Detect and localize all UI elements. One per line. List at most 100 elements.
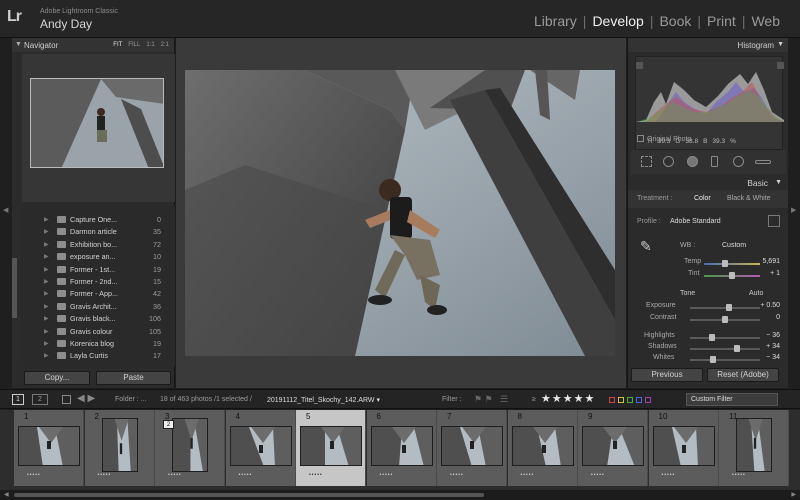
left-panel-toggle[interactable]: ◀ (0, 38, 12, 388)
rating-dots[interactable]: ••••• (168, 472, 182, 478)
folder-item[interactable]: ▶ Capture One... 0 (22, 214, 175, 226)
zoom-fit[interactable]: FIT (113, 42, 122, 48)
expand-triangle-icon[interactable]: ▶ (44, 290, 49, 297)
slider-thumb[interactable] (725, 304, 732, 311)
spot-removal-icon[interactable] (663, 156, 674, 167)
photo-thumbnail[interactable] (229, 426, 292, 466)
main-photo[interactable] (185, 70, 615, 356)
expand-triangle-icon[interactable]: ▶ (44, 340, 49, 347)
slider-thumb[interactable] (709, 334, 716, 341)
folder-item[interactable]: ▶ Former - 1st... 19 (22, 264, 175, 276)
module-print[interactable]: Print (701, 13, 742, 29)
reset-button[interactable]: Reset (Adobe) (707, 368, 779, 382)
red-label-icon[interactable] (609, 397, 615, 403)
tint-slider[interactable] (704, 272, 760, 279)
folder-item[interactable]: ▶ Darmon article 35 (22, 226, 175, 238)
custom-filter-select[interactable]: Custom Filter (686, 393, 778, 406)
photo-thumbnail[interactable] (652, 426, 715, 466)
expand-triangle-icon[interactable]: ▶ (44, 266, 49, 273)
right-panel-toggle[interactable]: ▶ (788, 38, 800, 388)
flag-filter-icon[interactable]: ⚑ ⚑ (474, 394, 493, 405)
photo-thumbnail[interactable] (300, 426, 362, 466)
back-forward-icon[interactable]: ◀ ▶ (77, 393, 95, 404)
folder-item[interactable]: ▶ Gravis black... 106 (22, 313, 175, 325)
shadows-value[interactable]: + 34 (766, 343, 780, 350)
photo-thumbnail[interactable] (511, 426, 574, 466)
module-library[interactable]: Library (528, 13, 583, 29)
folder-item[interactable]: ▶ Gravis colour 105 (22, 326, 175, 338)
contrast-value[interactable]: 0 (776, 314, 780, 321)
navigator-header[interactable]: ▼ Navigator FIT FILL 1:1 2:1 (12, 38, 174, 52)
previous-button[interactable]: Previous (631, 368, 703, 382)
wb-select[interactable]: Custom (722, 242, 746, 249)
paste-button[interactable]: Paste (96, 371, 171, 385)
checkbox-icon[interactable] (637, 135, 644, 142)
expand-triangle-icon[interactable]: ▶ (44, 228, 49, 235)
photo-thumbnail[interactable] (441, 426, 503, 466)
scroll-right-icon[interactable]: ▶ (791, 491, 796, 498)
tint-value[interactable]: + 1 (770, 270, 780, 277)
crop-tool-icon[interactable] (641, 156, 652, 167)
blue-label-icon[interactable] (636, 397, 642, 403)
navigator-thumbnail[interactable] (30, 78, 164, 168)
folder-item[interactable]: ▶ Former - 2nd... 15 (22, 276, 175, 288)
filmstrip-cell[interactable]: 2 ••••• (84, 410, 155, 486)
filmstrip-cell[interactable]: 3 2 ••••• (155, 410, 225, 486)
rating-dots[interactable]: ••••• (27, 472, 41, 478)
module-develop[interactable]: Develop (586, 13, 649, 29)
rating-dots[interactable]: ••••• (380, 472, 394, 478)
original-photo-toggle[interactable]: Original Photo (637, 135, 691, 143)
rating-dots[interactable]: ••••• (309, 472, 323, 478)
rating-dots[interactable]: ••••• (239, 472, 253, 478)
filmstrip-cell[interactable]: 9 ••••• (578, 410, 648, 486)
current-filename[interactable]: 20191112_Titel_Skochy_142.ARW ▾ (267, 396, 380, 404)
folder-item[interactable]: ▶ Gravis Archit... 36 (22, 301, 175, 313)
purple-label-icon[interactable] (645, 397, 651, 403)
whites-slider[interactable] (690, 356, 760, 363)
expand-triangle-icon[interactable]: ▶ (44, 303, 49, 310)
auto-tone-button[interactable]: Auto (749, 290, 763, 297)
expand-triangle-icon[interactable]: ▶ (44, 216, 49, 223)
rating-dots[interactable]: ••••• (450, 472, 464, 478)
rating-dots[interactable]: ••••• (591, 472, 605, 478)
slider-thumb[interactable] (722, 316, 728, 323)
histogram-header[interactable]: Histogram ▼ (628, 38, 788, 52)
rating-operator[interactable]: ≥ (532, 396, 536, 403)
photo-thumbnail[interactable] (736, 418, 772, 472)
filmstrip-scroll-thumb[interactable] (14, 493, 484, 497)
module-web[interactable]: Web (745, 13, 786, 29)
grid-view-icon[interactable] (62, 395, 71, 404)
filmstrip-cell[interactable]: 11 ••••• (719, 410, 789, 486)
folder-item[interactable]: ▶ Layla Curtis 17 (22, 350, 175, 362)
photo-thumbnail[interactable] (101, 418, 138, 472)
highlights-slider[interactable] (690, 334, 760, 341)
yellow-label-icon[interactable] (618, 397, 624, 403)
eyedropper-icon[interactable]: ✎ (640, 238, 652, 255)
basic-panel-header[interactable]: Basic ▼ (628, 176, 788, 190)
profile-browser-icon[interactable] (768, 215, 780, 227)
slider-thumb[interactable] (733, 345, 740, 352)
filmstrip-cell[interactable]: 6 ••••• (366, 410, 437, 486)
rating-dots[interactable]: ••••• (521, 472, 535, 478)
highlights-value[interactable]: − 36 (766, 332, 780, 339)
zoom-1-1[interactable]: 1:1 (146, 42, 154, 48)
filmstrip-cell[interactable]: 10 ••••• (648, 410, 719, 486)
photo-thumbnail[interactable] (172, 418, 208, 472)
rating-dots[interactable]: ••••• (662, 472, 676, 478)
adjustment-brush-icon[interactable] (755, 160, 771, 164)
radial-filter-icon[interactable] (733, 156, 744, 167)
secondary-window-button[interactable]: 2 (32, 394, 48, 405)
stack-badge[interactable]: 2 (163, 420, 174, 429)
profile-select[interactable]: Adobe Standard (670, 218, 721, 225)
zoom-2-1[interactable]: 2:1 (161, 42, 169, 48)
rating-filter-stars[interactable]: ★★★★★ (541, 392, 595, 405)
expand-triangle-icon[interactable]: ▶ (44, 241, 49, 248)
rating-dots[interactable]: ••••• (732, 472, 746, 478)
slider-thumb[interactable] (722, 260, 729, 267)
contrast-slider[interactable] (690, 316, 760, 323)
filmstrip-cell[interactable]: 1 ••••• (14, 410, 84, 486)
source-folder[interactable]: Folder : ... (115, 396, 147, 403)
photo-thumbnail[interactable] (370, 426, 433, 466)
photo-thumbnail[interactable] (582, 426, 644, 466)
folder-item[interactable]: ▶ Exhibition bo... 72 (22, 239, 175, 251)
